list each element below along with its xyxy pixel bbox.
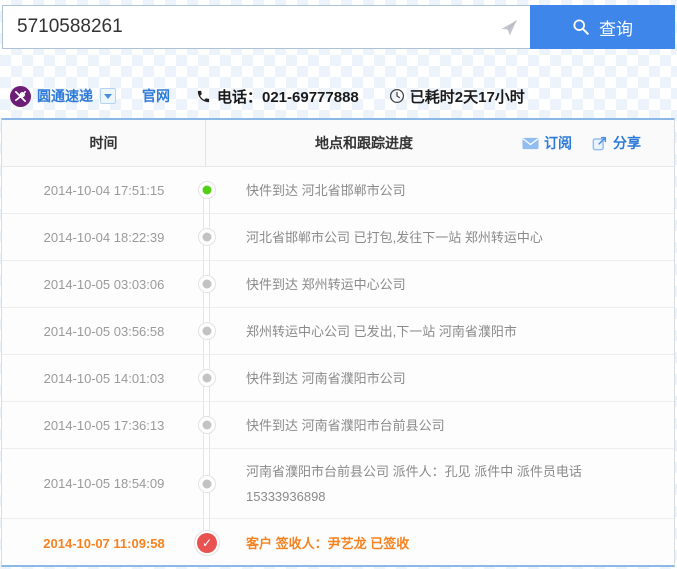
row-description: 客户 签收人：尹艺龙 已签收 xyxy=(246,535,410,551)
elapsed-time: 已耗时2天17小时 xyxy=(409,88,525,106)
timeline-dot xyxy=(198,228,216,246)
signed-check-icon: ✓ xyxy=(194,530,220,556)
row-time: 2014-10-05 03:56:58 xyxy=(43,323,165,339)
column-header-progress: 地点和跟踪进度 xyxy=(315,135,413,151)
row-description: 河北省邯郸市公司 已打包,发往下一站 郑州转运中心 xyxy=(246,229,543,245)
row-description: 河南省濮阳市台前县公司 派件人：孔见 派件中 派件员电话 15333936898 xyxy=(246,463,582,504)
row-time: 2014-10-04 17:51:15 xyxy=(43,182,165,198)
share-link[interactable]: 分享 xyxy=(592,133,641,153)
tracking-row: 2014-10-04 17:51:15 快件到达 河北省邯郸市公司 xyxy=(2,167,674,214)
tracking-row-signed: 2014-10-07 11:09:58 ✓ 客户 签收人：尹艺龙 已签收 xyxy=(2,519,674,567)
tracking-row: 2014-10-05 17:36:13 快件到达 河南省濮阳市台前县公司 xyxy=(2,402,674,449)
row-time: 2014-10-05 17:36:13 xyxy=(43,417,165,433)
row-time: 2014-10-05 18:54:09 xyxy=(43,476,165,491)
query-button-label: 查询 xyxy=(599,19,633,39)
row-description: 快件到达 河北省邯郸市公司 xyxy=(246,182,406,198)
tracking-row: 2014-10-05 03:56:58 郑州转运中心公司 已发出,下一站 河南省… xyxy=(2,308,674,355)
subscribe-label: 订阅 xyxy=(544,135,572,151)
row-description: 快件到达 河南省濮阳市公司 xyxy=(246,370,406,386)
share-label: 分享 xyxy=(613,135,641,151)
timeline-dot-start xyxy=(198,181,216,199)
timeline-dot xyxy=(198,322,216,340)
column-header-time: 时间 xyxy=(2,120,206,166)
tracking-row: 2014-10-05 18:54:09 河南省濮阳市台前县公司 派件人：孔见 派… xyxy=(2,449,674,519)
clock-icon xyxy=(389,88,404,104)
tracking-row: 2014-10-05 03:03:06 快件到达 郑州转运中心公司 xyxy=(2,261,674,308)
carrier-row: 圆通速递 官网 电话：021-69777888 已耗时2天17小时 xyxy=(10,84,675,108)
search-icon xyxy=(573,19,589,35)
tracking-table: 时间 地点和跟踪进度 订阅 分享 2014-10-04 17:51:15 快件到… xyxy=(1,118,675,567)
yto-logo-icon xyxy=(10,85,31,107)
row-time: 2014-10-05 03:03:06 xyxy=(43,276,165,292)
check-glyph: ✓ xyxy=(197,533,217,553)
row-description: 快件到达 郑州转运中心公司 xyxy=(246,276,406,292)
phone-icon xyxy=(197,90,210,102)
send-icon[interactable] xyxy=(499,18,519,38)
row-description: 郑州转运中心公司 已发出,下一站 河南省濮阳市 xyxy=(246,323,517,339)
row-time: 2014-10-05 14:01:03 xyxy=(43,370,165,386)
timeline-dot xyxy=(198,474,216,493)
carrier-name-link[interactable]: 圆通速递 xyxy=(37,86,93,106)
carrier-phone: 电话：021-69777888 xyxy=(217,88,359,106)
chevron-down-icon xyxy=(104,93,112,99)
subscribe-link[interactable]: 订阅 xyxy=(522,133,572,153)
row-description: 快件到达 河南省濮阳市台前县公司 xyxy=(246,417,445,433)
carrier-dropdown-button[interactable] xyxy=(100,88,116,104)
row-time: 2014-10-04 18:22:39 xyxy=(43,229,165,245)
timeline-dot xyxy=(198,416,216,434)
query-button[interactable]: 查询 xyxy=(530,5,675,49)
share-icon xyxy=(592,136,607,151)
official-site-link[interactable]: 官网 xyxy=(142,86,170,106)
timeline-dot xyxy=(198,275,216,293)
row-time: 2014-10-07 11:09:58 xyxy=(43,535,165,551)
timeline-dot xyxy=(198,369,216,387)
table-header: 时间 地点和跟踪进度 订阅 分享 xyxy=(2,120,674,167)
tracking-row: 2014-10-05 14:01:03 快件到达 河南省濮阳市公司 xyxy=(2,355,674,402)
search-bar: 查询 xyxy=(2,5,675,49)
table-body: 2014-10-04 17:51:15 快件到达 河北省邯郸市公司 2014-1… xyxy=(2,167,674,567)
tracking-row: 2014-10-04 18:22:39 河北省邯郸市公司 已打包,发往下一站 郑… xyxy=(2,214,674,261)
envelope-icon xyxy=(522,137,539,149)
tracking-number-input[interactable] xyxy=(2,5,530,49)
